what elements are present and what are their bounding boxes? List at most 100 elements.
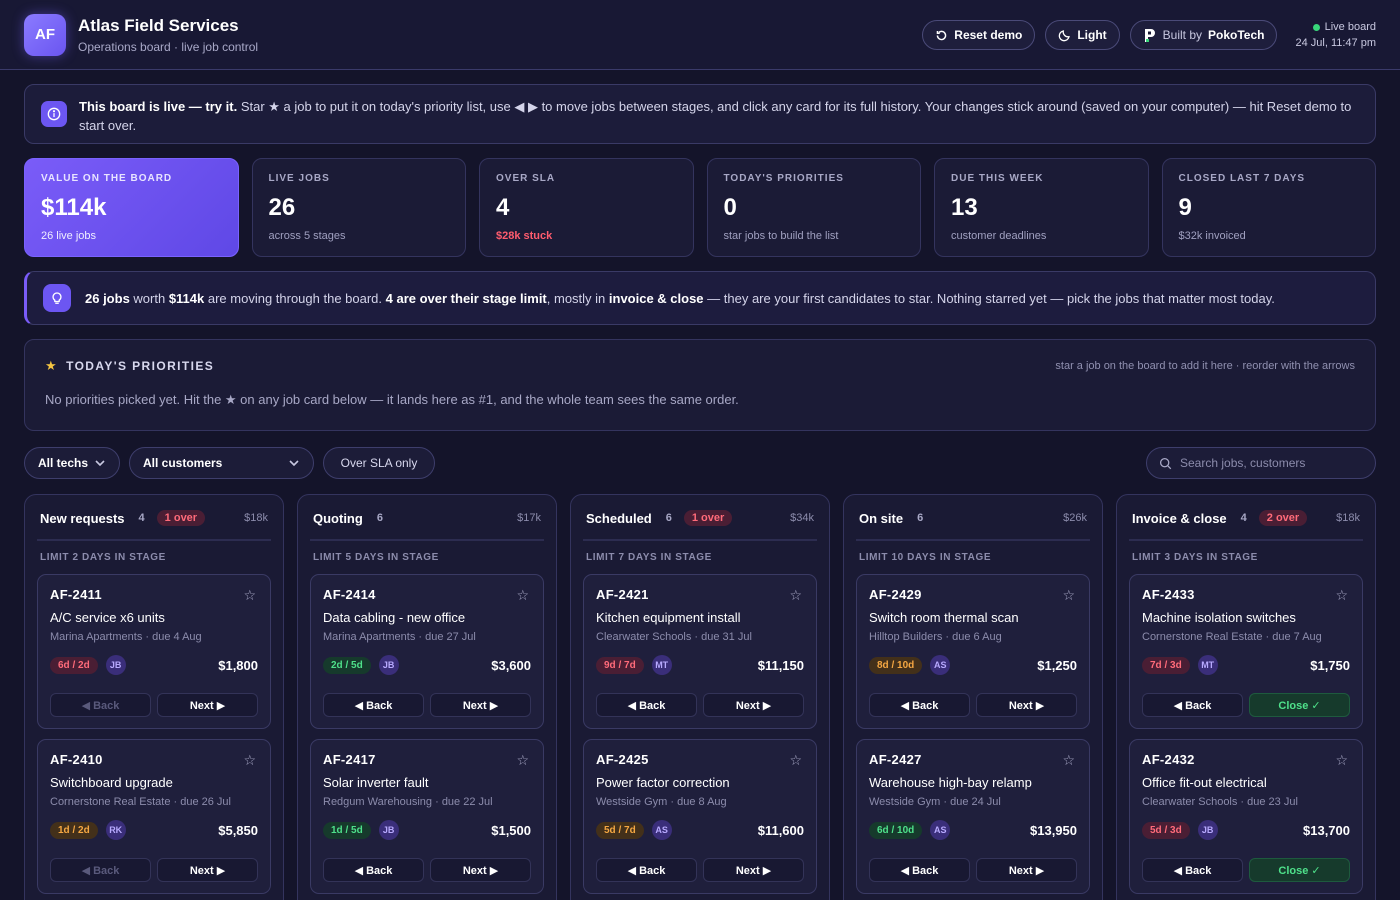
column-header: Quoting 6 $17k [310, 509, 544, 527]
info-lead: This board is live — try it. [79, 99, 238, 114]
theme-toggle-button[interactable]: Light [1045, 20, 1120, 50]
back-button[interactable]: ◀ Back [869, 693, 970, 717]
next-button[interactable]: Next ▶ [430, 693, 531, 717]
tech-avatar: JB [378, 655, 399, 675]
job-meta: Cornerstone Real Estate · due 26 Jul [50, 796, 231, 808]
reset-demo-button[interactable]: Reset demo [922, 20, 1036, 50]
job-card[interactable]: AF-2432 ☆ Office fit-out electrical Clea… [1129, 739, 1363, 894]
kpi-todays-priorities[interactable]: TODAY'S PRIORITIES 0 star jobs to build … [706, 158, 921, 257]
techs-filter-label: All techs [38, 456, 89, 470]
next-button[interactable]: Next ▶ [976, 858, 1077, 882]
back-button[interactable]: ◀ Back [323, 693, 424, 717]
app-subtitle: Operations board · live job control [78, 39, 259, 54]
kpi-label: OVER SLA [496, 173, 556, 184]
job-card[interactable]: AF-2414 ☆ Data cabling - new office Mari… [310, 574, 544, 729]
back-button[interactable]: ◀ Back [869, 858, 970, 882]
job-id: AF-2417 [323, 752, 376, 767]
live-datetime: 24 Jul, 11:47 pm [1295, 37, 1376, 49]
kpi-over-sla[interactable]: OVER SLA 4 $28k stuck [479, 158, 694, 257]
over-limit-badge: 1 over [156, 510, 206, 526]
job-card[interactable]: AF-2417 ☆ Solar inverter fault Redgum Wa… [310, 739, 544, 894]
star-icon[interactable]: ☆ [243, 752, 256, 769]
stage-age-badge: 6d / 2d [50, 656, 98, 674]
job-id: AF-2421 [596, 587, 649, 602]
job-id: AF-2411 [50, 587, 102, 602]
star-icon[interactable]: ☆ [789, 752, 802, 769]
pokotech-logo-icon [1144, 28, 1155, 42]
stage-age-badge: 9d / 7d [596, 656, 644, 674]
job-card[interactable]: AF-2410 ☆ Switchboard upgrade Cornerston… [37, 739, 271, 894]
kpi-closed-last-7-days[interactable]: CLOSED LAST 7 DAYS 9 $32k invoiced [1161, 158, 1376, 257]
back-button[interactable]: ◀ Back [50, 693, 151, 717]
job-meta: Clearwater Schools · due 23 Jul [1142, 796, 1298, 808]
kpi-value: 9 [1178, 194, 1192, 221]
built-by-link[interactable]: Built by PokoTech [1129, 20, 1278, 50]
next-button[interactable]: Next ▶ [976, 693, 1077, 717]
star-icon[interactable]: ☆ [516, 587, 529, 604]
star-icon[interactable]: ☆ [1062, 752, 1075, 769]
back-button[interactable]: ◀ Back [1142, 693, 1243, 717]
job-amount: $1,500 [491, 822, 531, 838]
job-amount: $13,950 [1030, 822, 1077, 838]
customers-filter-select[interactable]: All customers [129, 447, 314, 479]
info-icon [41, 101, 67, 127]
live-label: Live board [1324, 21, 1376, 33]
job-id: AF-2414 [323, 587, 376, 602]
next-button[interactable]: Next ▶ [703, 858, 804, 882]
tech-avatar: AS [651, 820, 672, 840]
job-title: Power factor correction [596, 775, 730, 790]
job-card[interactable]: AF-2429 ☆ Switch room thermal scan Hillt… [856, 574, 1090, 729]
star-icon[interactable]: ☆ [243, 587, 256, 604]
next-button[interactable]: Next ▶ [157, 858, 258, 882]
kpi-live-jobs[interactable]: LIVE JOBS 26 across 5 stages [251, 158, 466, 257]
search-input[interactable] [1180, 456, 1360, 470]
kpi-due-this-week[interactable]: DUE THIS WEEK 13 customer deadlines [934, 158, 1149, 257]
back-button[interactable]: ◀ Back [1142, 858, 1243, 882]
kpi-value-on-board[interactable]: VALUE ON THE BOARD $114k 26 live jobs [24, 158, 239, 257]
close-button[interactable]: Close ✓ [1249, 693, 1350, 717]
stage-limit: LIMIT 10 DAYS IN STAGE [856, 539, 1090, 563]
info-text: This board is live — try it. Star ★ a jo… [79, 97, 1359, 135]
stage-limit: LIMIT 5 DAYS IN STAGE [310, 539, 544, 563]
column-title: Scheduled [586, 510, 652, 526]
back-button[interactable]: ◀ Back [596, 858, 697, 882]
job-id: AF-2433 [1142, 587, 1195, 602]
theme-toggle-label: Light [1077, 28, 1107, 42]
job-amount: $5,850 [218, 822, 258, 838]
job-card[interactable]: AF-2425 ☆ Power factor correction Westsi… [583, 739, 817, 894]
stage-age-badge: 6d / 10d [869, 821, 923, 839]
kpi-value: 0 [723, 194, 737, 221]
star-icon[interactable]: ☆ [1062, 587, 1075, 604]
job-card[interactable]: AF-2433 ☆ Machine isolation switches Cor… [1129, 574, 1363, 729]
job-meta: Westside Gym · due 8 Aug [596, 796, 727, 808]
job-title: Machine isolation switches [1142, 610, 1296, 625]
job-card[interactable]: AF-2427 ☆ Warehouse high-bay relamp West… [856, 739, 1090, 894]
next-button[interactable]: Next ▶ [157, 693, 258, 717]
kpi-sub: customer deadlines [951, 230, 1047, 242]
tech-avatar: JB [378, 820, 399, 840]
close-button[interactable]: Close ✓ [1249, 858, 1350, 882]
kpi-sub: $32k invoiced [1178, 230, 1246, 242]
over-sla-toggle[interactable]: Over SLA only [323, 447, 435, 479]
job-card[interactable]: AF-2421 ☆ Kitchen equipment install Clea… [583, 574, 817, 729]
next-button[interactable]: Next ▶ [703, 693, 804, 717]
priorities-hint: star a job on the board to add it here ·… [1055, 360, 1355, 372]
techs-filter-select[interactable]: All techs [24, 447, 120, 479]
star-icon[interactable]: ☆ [1335, 752, 1348, 769]
job-meta: Clearwater Schools · due 31 Jul [596, 631, 752, 643]
back-button[interactable]: ◀ Back [596, 693, 697, 717]
back-button[interactable]: ◀ Back [50, 858, 151, 882]
column-count: 6 [917, 512, 924, 524]
stage-age-badge: 2d / 5d [323, 656, 371, 674]
back-button[interactable]: ◀ Back [323, 858, 424, 882]
kpi-sub: star jobs to build the list [723, 230, 839, 242]
job-amount: $1,750 [1310, 657, 1350, 673]
star-icon[interactable]: ☆ [1335, 587, 1348, 604]
job-title: Office fit-out electrical [1142, 775, 1267, 790]
star-icon[interactable]: ☆ [516, 752, 529, 769]
job-card[interactable]: AF-2411 ☆ A/C service x6 units Marina Ap… [37, 574, 271, 729]
star-icon[interactable]: ☆ [789, 587, 802, 604]
chevron-down-icon [289, 460, 299, 467]
kpi-label: DUE THIS WEEK [951, 173, 1044, 184]
next-button[interactable]: Next ▶ [430, 858, 531, 882]
